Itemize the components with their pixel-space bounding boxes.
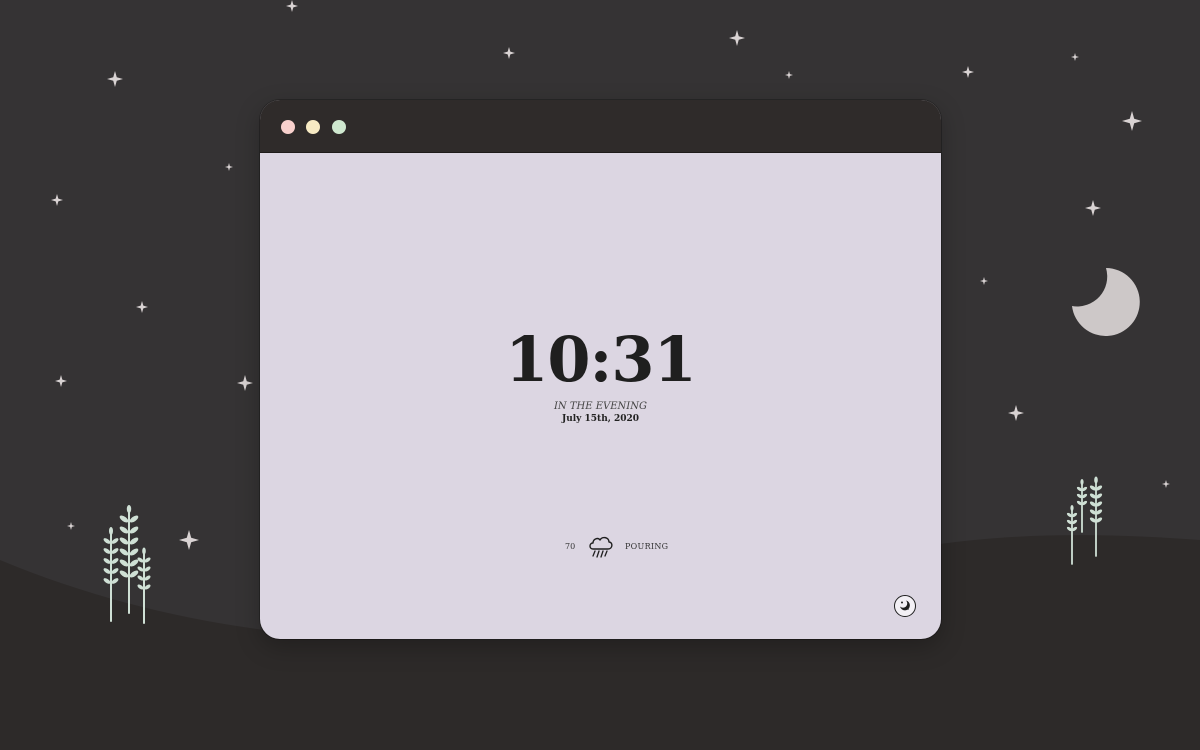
star-icon: [67, 522, 75, 530]
weather-condition: POURING: [625, 542, 669, 551]
star-icon: [107, 71, 123, 87]
star-icon: [136, 301, 148, 313]
rain-cloud-icon: [589, 536, 613, 558]
time-of-day-label: IN THE EVENING: [553, 401, 647, 412]
star-icon: [980, 277, 988, 285]
crescent-moon-icon: [1072, 268, 1140, 336]
star-icon: [1071, 53, 1079, 61]
star-icon: [55, 375, 67, 387]
maximize-button[interactable]: [332, 120, 346, 134]
date-label: July 15th, 2020: [561, 414, 640, 424]
window-titlebar: [260, 100, 941, 153]
star-icon: [225, 163, 233, 171]
star-icon: [1008, 405, 1024, 421]
night-mode-toggle-button[interactable]: [894, 595, 916, 617]
star-icon: [503, 47, 515, 59]
star-icon: [785, 71, 793, 79]
wheat-plants-left: [103, 505, 151, 624]
browser-window: 10:31 IN THE EVENING July 15th, 2020 70 …: [260, 100, 941, 639]
minimize-button[interactable]: [306, 120, 320, 134]
star-icon: [962, 66, 974, 78]
star-icon: [237, 375, 253, 391]
star-icon: [179, 530, 199, 550]
night-mode-icon: [900, 600, 910, 611]
star-icon: [1085, 200, 1101, 216]
weather-temperature: 70: [565, 542, 576, 551]
clock-time: 10:31: [505, 323, 696, 396]
star-icon: [1162, 480, 1170, 488]
star-icon: [1122, 111, 1142, 131]
star-icon: [729, 30, 745, 46]
star-icon: [51, 194, 63, 206]
star-icon: [286, 0, 298, 12]
clock-page: 10:31 IN THE EVENING July 15th, 2020 70 …: [260, 153, 941, 639]
wheat-plants-right: [1066, 476, 1103, 565]
close-button[interactable]: [281, 120, 295, 134]
